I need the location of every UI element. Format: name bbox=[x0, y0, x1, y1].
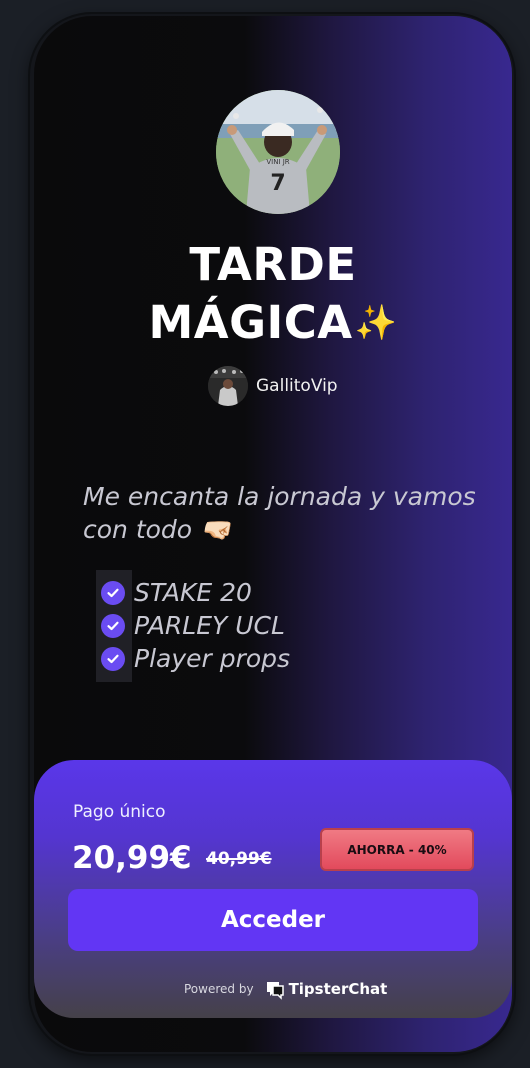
svg-text:7: 7 bbox=[270, 171, 285, 196]
access-button[interactable]: Acceder bbox=[68, 889, 478, 951]
brand-name: TipsterChat bbox=[288, 980, 388, 998]
svg-text:VINI JR: VINI JR bbox=[266, 158, 289, 166]
check-icon bbox=[101, 646, 125, 671]
check-icon bbox=[101, 580, 125, 605]
feature-item: Player props bbox=[96, 642, 290, 675]
creator-name: GallitoVip bbox=[256, 376, 338, 396]
product-avatar: VINI JR 7 bbox=[216, 90, 340, 214]
product-screen: VINI JR 7 TARDE MÁGICA✨ GallitoVip Me en… bbox=[34, 16, 512, 1052]
check-icon bbox=[101, 613, 125, 638]
feature-label: Player props bbox=[134, 644, 291, 673]
feature-label: PARLEY UCL bbox=[134, 611, 285, 640]
creator-avatar bbox=[208, 366, 248, 406]
powered-by[interactable]: Powered by TipsterChat bbox=[184, 978, 387, 1000]
original-price: 40,99€ bbox=[206, 849, 272, 869]
brand-logo: TipsterChat bbox=[264, 978, 388, 1000]
feature-label: STAKE 20 bbox=[134, 578, 252, 607]
price: 20,99€ bbox=[72, 840, 192, 876]
feature-item: STAKE 20 bbox=[96, 576, 290, 609]
powered-by-label: Powered by bbox=[184, 982, 254, 996]
discount-badge: AHORRA - 40% bbox=[320, 828, 474, 871]
product-title-line1: TARDE bbox=[189, 238, 357, 291]
sparkles-icon: ✨ bbox=[354, 303, 398, 343]
feature-list: STAKE 20 PARLEY UCL Player props bbox=[96, 570, 290, 682]
creator-row[interactable]: GallitoVip bbox=[208, 364, 338, 408]
product-title-line2: MÁGICA✨ bbox=[148, 296, 398, 349]
purchase-card: Pago único 20,99€ 40,99€ AHORRA - 40% Ac… bbox=[34, 760, 512, 1018]
tipsterchat-logo-icon bbox=[266, 982, 284, 1000]
feature-item: PARLEY UCL bbox=[96, 609, 290, 642]
payment-type-label: Pago único bbox=[73, 802, 166, 822]
product-description: Me encanta la jornada y vamos con todo 🤜… bbox=[83, 482, 476, 544]
